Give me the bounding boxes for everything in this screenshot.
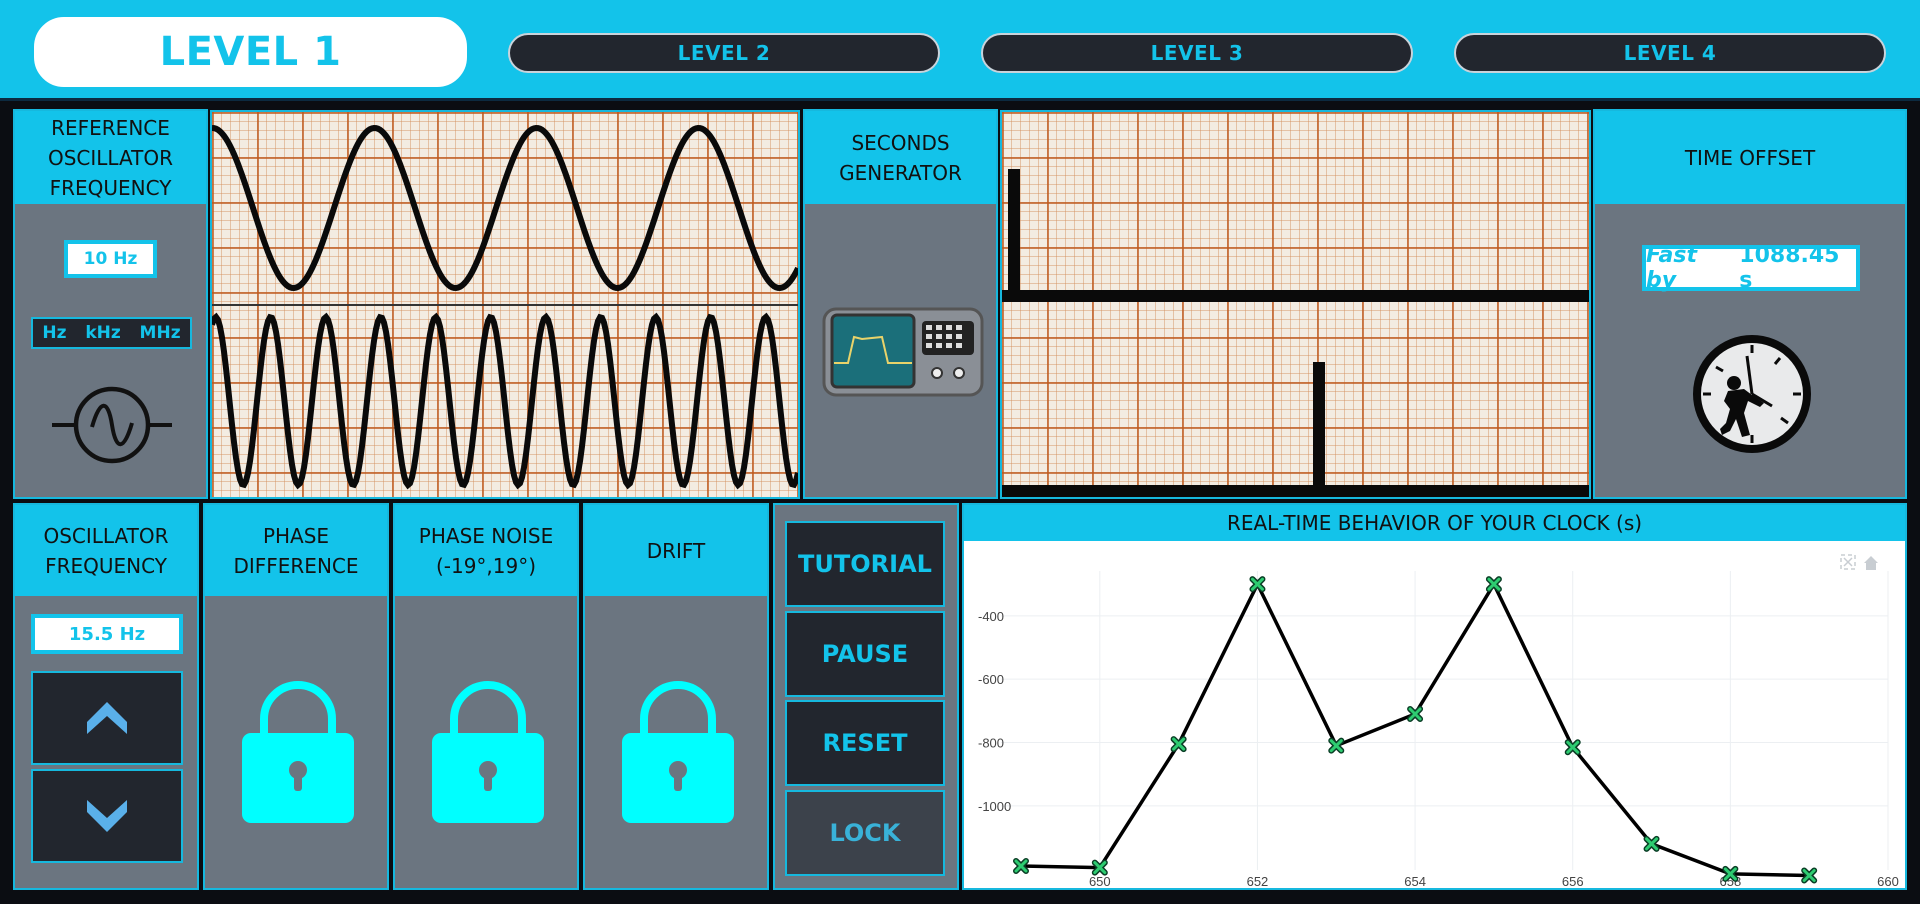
data-point[interactable] <box>1801 867 1818 884</box>
waveform-plot <box>212 124 798 490</box>
control-panel: TUTORIAL PAUSE RESET LOCK <box>773 503 959 890</box>
unit-mhz-option[interactable]: MHz <box>140 323 181 343</box>
lock-icon[interactable] <box>238 677 358 827</box>
oscillator-frequency-title: OSCILLATOR FREQUENCY <box>15 505 197 596</box>
y-tick-label: -400 <box>978 609 1004 624</box>
chart-title: REAL-TIME BEHAVIOR OF YOUR CLOCK (s) <box>964 505 1905 541</box>
level-4-tab[interactable]: LEVEL 4 <box>1454 33 1886 73</box>
phase-difference-title-line: DIFFERENCE <box>233 553 359 578</box>
drift-panel: DRIFT <box>583 503 769 890</box>
reference-wave <box>212 124 798 292</box>
x-tick-label: 656 <box>1562 874 1584 889</box>
x-tick-label: 650 <box>1089 874 1111 889</box>
data-point[interactable] <box>1485 576 1502 593</box>
x-tick-label: 654 <box>1404 874 1426 889</box>
x-tick-label: 660 <box>1877 874 1899 889</box>
reference-title-line: REFERENCE <box>51 115 170 140</box>
data-point[interactable] <box>1013 858 1029 874</box>
lock-icon[interactable] <box>428 677 548 827</box>
seconds-generator-title-line: SECONDS <box>851 130 950 155</box>
waveform-display <box>210 110 800 499</box>
phase-noise-title-line: (-19°,19°) <box>435 553 537 578</box>
time-offset-value: Fast by 1088.45 s <box>1642 243 1860 293</box>
chevron-down-icon <box>87 800 127 832</box>
pulse-plot <box>1002 169 1589 497</box>
reference-frequency-value: 10 Hz <box>64 240 157 278</box>
reference-pulse <box>1008 169 1020 296</box>
time-offset-panel: TIME OFFSET Fast by 1088.45 s <box>1593 109 1907 499</box>
oscillator-wave <box>212 312 798 490</box>
unit-hz-option[interactable]: Hz <box>42 323 66 343</box>
level-2-tab[interactable]: LEVEL 2 <box>508 33 940 73</box>
level-1-tab[interactable]: LEVEL 1 <box>34 17 467 87</box>
oscillator-baseline <box>1002 485 1589 497</box>
seconds-generator-panel: SECONDS GENERATOR <box>803 109 998 499</box>
sine-source-icon <box>52 386 172 464</box>
phase-noise-panel: PHASE NOISE (-19°,19°) <box>393 503 579 890</box>
clock-behavior-chart: -400-600-800-1000650 652 654 656 658 660 <box>978 554 1899 889</box>
phase-noise-title: PHASE NOISE (-19°,19°) <box>395 505 577 596</box>
reference-oscillator-panel: REFERENCE OSCILLATOR FREQUENCY 10 Hz Hz … <box>13 109 208 499</box>
unit-selector: Hz kHz MHz <box>31 317 192 349</box>
x-tick-label: 652 <box>1247 874 1269 889</box>
phase-noise-title-line: PHASE NOISE <box>418 523 554 548</box>
reference-title-line: FREQUENCY <box>49 175 172 200</box>
reference-oscillator-title: REFERENCE OSCILLATOR FREQUENCY <box>15 111 206 204</box>
oscillator-pulse <box>1313 362 1325 491</box>
reference-baseline <box>1002 290 1589 302</box>
data-point[interactable] <box>1091 859 1108 876</box>
data-point[interactable] <box>1249 576 1266 593</box>
y-tick-label: -1000 <box>978 799 1011 814</box>
home-icon[interactable] <box>1864 556 1878 570</box>
phase-difference-title-line: PHASE <box>262 523 330 548</box>
pause-button[interactable]: PAUSE <box>785 611 945 697</box>
data-point[interactable] <box>1407 706 1424 722</box>
seconds-generator-title-line: GENERATOR <box>839 160 962 185</box>
data-point[interactable] <box>1328 737 1345 754</box>
frequency-down-button[interactable] <box>31 769 183 863</box>
clock-behavior-chart-panel: REAL-TIME BEHAVIOR OF YOUR CLOCK (s) -40… <box>962 503 1907 890</box>
reference-title-line: OSCILLATOR <box>47 145 174 170</box>
phase-difference-panel: PHASE DIFFERENCE <box>203 503 389 890</box>
chart-toolbar <box>1840 554 1878 570</box>
y-tick-label: -600 <box>978 672 1004 687</box>
oscillator-title-line: OSCILLATOR <box>43 523 169 548</box>
frequency-up-button[interactable] <box>31 671 183 765</box>
time-offset-title: TIME OFFSET <box>1595 111 1905 204</box>
phase-difference-title: PHASE DIFFERENCE <box>205 505 387 596</box>
oscillator-frequency-panel: OSCILLATOR FREQUENCY 15.5 Hz <box>13 503 199 890</box>
reset-button[interactable]: RESET <box>785 700 945 786</box>
y-tick-label: -800 <box>978 736 1004 751</box>
data-point[interactable] <box>1564 739 1581 756</box>
drift-title: DRIFT <box>585 505 767 596</box>
drift-title-line: DRIFT <box>646 538 706 563</box>
time-offset-prefix: Fast by <box>1646 243 1697 293</box>
lock-button[interactable]: LOCK <box>785 790 945 876</box>
oscillator-frequency-value: 15.5 Hz <box>31 614 183 654</box>
oscillator-title-line: FREQUENCY <box>45 553 167 578</box>
lock-icon[interactable] <box>618 677 738 827</box>
data-point[interactable] <box>1722 865 1739 882</box>
level-bar: LEVEL 1 LEVEL 2 LEVEL 3 LEVEL 4 <box>0 0 1920 101</box>
clock-with-figure-icon <box>1693 335 1811 453</box>
chevron-up-icon <box>87 702 127 734</box>
seconds-generator-title: SECONDS GENERATOR <box>805 111 996 204</box>
zoom-fit-icon[interactable] <box>1840 554 1856 570</box>
unit-khz-option[interactable]: kHz <box>85 323 120 343</box>
tutorial-button[interactable]: TUTORIAL <box>785 521 945 607</box>
time-offset-number: 1088.45 s <box>1739 243 1840 293</box>
data-point[interactable] <box>1170 736 1187 753</box>
pulse-display <box>1000 110 1591 499</box>
data-point[interactable] <box>1643 835 1660 852</box>
oscilloscope-device-icon <box>822 307 984 397</box>
level-3-tab[interactable]: LEVEL 3 <box>981 33 1413 73</box>
